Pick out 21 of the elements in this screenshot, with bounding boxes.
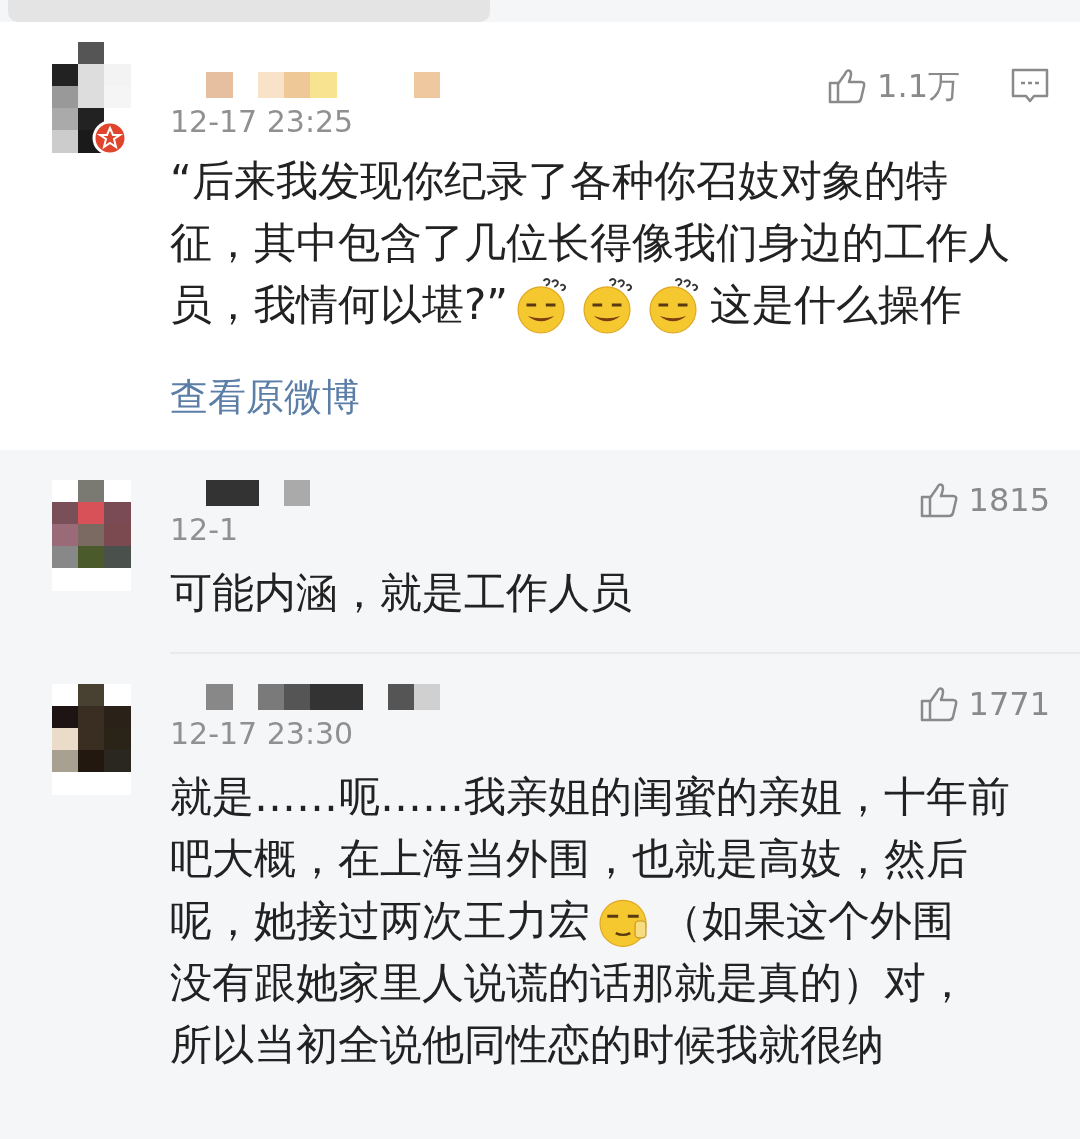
comment-text: 可能内涵，就是工作人员 <box>170 567 632 619</box>
thumbs-up-icon <box>827 67 868 105</box>
timestamp: 12-17 23:25 <box>170 104 355 140</box>
comment-text: 呢，她接过两次王力宏 <box>170 895 590 947</box>
timestamp: 12-1 <box>170 512 240 548</box>
comment-text: 这是什么操作 <box>710 279 963 331</box>
like-button[interactable]: 1771 <box>918 684 1050 724</box>
comment-text: 员，我情何以堪?” <box>170 279 509 331</box>
timestamp: 12-17 23:30 <box>170 716 355 752</box>
thumbs-up-icon <box>918 481 959 519</box>
comment-text: 吧大概，在上海当外围，也就是高妓，然后 <box>170 833 968 885</box>
comment-text: 没有跟她家里人说谎的话那就是真的）对， <box>170 957 968 1009</box>
comment-text: 所以当初全说他同性恋的时候我就很纳 <box>170 1019 884 1071</box>
comment-text: “后来我发现你纪录了各种你召妓对象的特 <box>170 155 948 207</box>
comment-text: 就是……呃……我亲姐的闺蜜的亲姐，十年前 <box>170 771 1010 823</box>
like-button[interactable]: 1.1万 <box>827 66 960 106</box>
comment-text: （如果这个外围 <box>660 895 954 947</box>
like-button[interactable]: 1815 <box>918 480 1050 520</box>
comment-text: 征，其中包含了几位长得像我们身边的工作人 <box>170 217 1010 269</box>
thumbs-up-icon <box>918 685 959 723</box>
view-original-link[interactable]: 查看原微博 <box>170 372 360 422</box>
